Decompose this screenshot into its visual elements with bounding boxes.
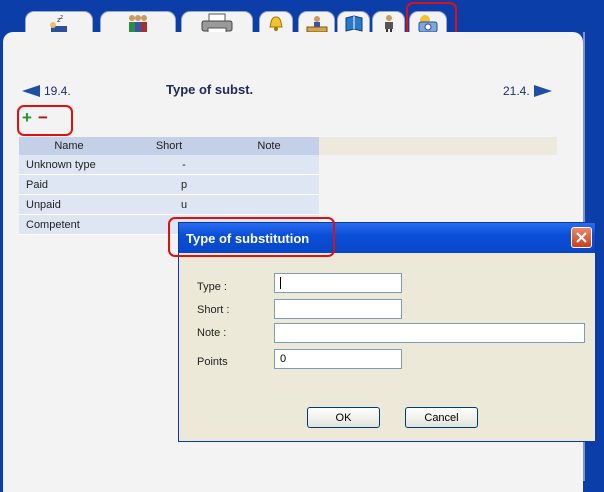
- ok-button[interactable]: OK: [307, 407, 380, 428]
- close-icon: [576, 232, 587, 243]
- bell-icon: [269, 15, 283, 31]
- cell-name: Competent: [26, 219, 80, 231]
- points-input[interactable]: [274, 349, 402, 369]
- table-header-filler: [319, 137, 557, 155]
- cell-note: [214, 175, 319, 194]
- highlight-dialog-title: [168, 217, 335, 257]
- column-header-short[interactable]: Short: [119, 137, 219, 155]
- type-label: Type :: [197, 281, 227, 293]
- cell-name: Paid: [26, 179, 49, 191]
- next-date-link[interactable]: 21.4.: [503, 83, 552, 99]
- svg-text:z: z: [60, 14, 63, 21]
- text-caret: [280, 277, 281, 289]
- sleep-icon: z z: [50, 14, 67, 32]
- next-date-label: 21.4.: [503, 84, 530, 98]
- points-label: Points: [197, 356, 228, 368]
- arrow-left-icon: [22, 85, 40, 97]
- short-label: Short :: [197, 304, 230, 316]
- person-tie-icon: [384, 14, 393, 33]
- table-row[interactable]: Paid p: [19, 175, 319, 195]
- type-input[interactable]: [274, 273, 402, 293]
- people-icon: [129, 14, 147, 32]
- desk-person-icon: [306, 15, 327, 32]
- cell-name: Unpaid: [26, 199, 61, 211]
- column-header-note[interactable]: Note: [219, 137, 319, 155]
- cell-short: p: [180, 179, 188, 191]
- cell-name: Unknown type: [26, 159, 96, 171]
- page-title: Type of subst.: [166, 82, 254, 97]
- tab-strip: z z: [0, 0, 604, 42]
- column-header-name[interactable]: Name: [19, 137, 119, 155]
- cell-short: u: [180, 199, 188, 211]
- table-header: Name Short Note: [19, 137, 319, 155]
- dialog-body: Type : Short : Note : Points: [179, 253, 595, 441]
- cell-short: -: [182, 159, 186, 171]
- cell-note: [214, 195, 319, 214]
- table-row[interactable]: Unknown type -: [19, 155, 319, 175]
- note-input[interactable]: [274, 323, 585, 343]
- short-input[interactable]: [274, 299, 402, 319]
- table-row[interactable]: Unpaid u: [19, 195, 319, 215]
- dialog-close-button[interactable]: [571, 227, 592, 248]
- cell-note: [214, 155, 319, 174]
- highlight-add-remove: [17, 105, 73, 136]
- arrow-right-icon: [533, 85, 552, 97]
- book-icon: [345, 14, 362, 32]
- note-label: Note :: [197, 327, 227, 339]
- prev-date-label: 19.4.: [44, 84, 71, 98]
- cancel-button[interactable]: Cancel: [405, 407, 478, 428]
- prev-date-link[interactable]: 19.4.: [22, 83, 71, 99]
